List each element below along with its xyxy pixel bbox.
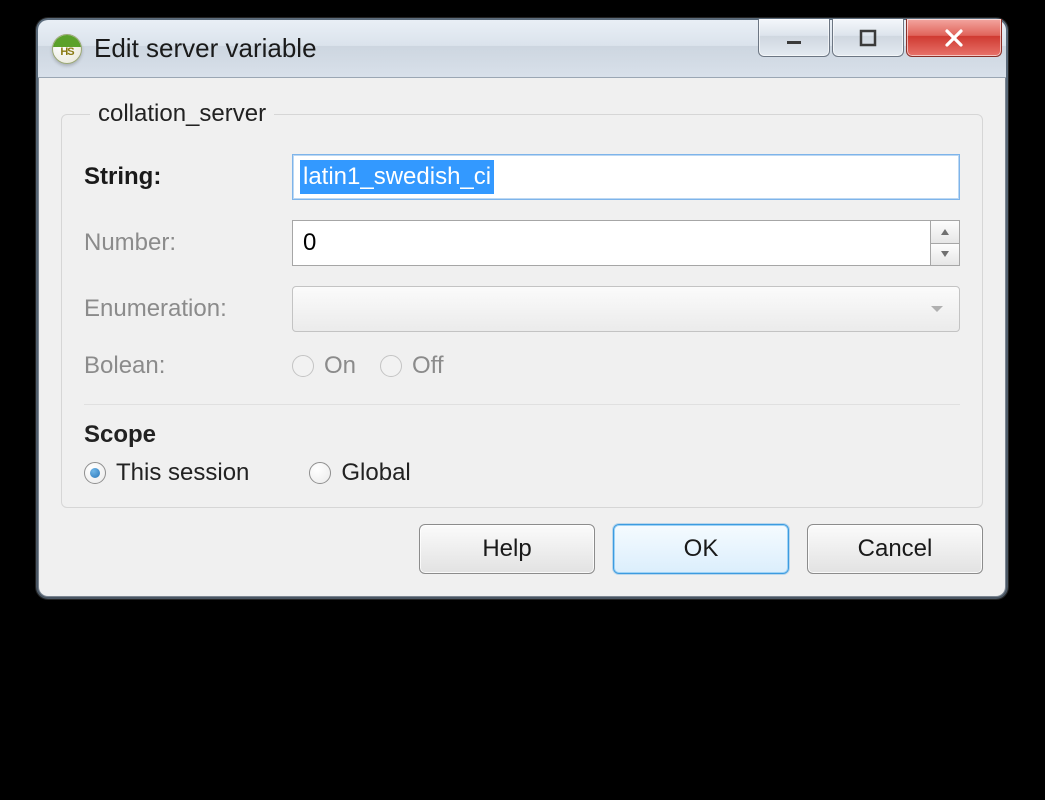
string-row: String: latin1_swedish_ci <box>84 154 960 200</box>
help-button[interactable]: Help <box>419 524 595 574</box>
app-icon: HS <box>52 34 82 64</box>
enumeration-row: Enumeration: <box>84 286 960 332</box>
enumeration-label: Enumeration: <box>84 295 292 323</box>
minimize-button[interactable] <box>758 19 830 57</box>
window-controls <box>758 19 1002 57</box>
radio-icon <box>84 462 106 484</box>
string-label: String: <box>84 163 292 191</box>
scope-session-radio[interactable]: This session <box>84 459 249 487</box>
scope-session-label: This session <box>116 459 249 487</box>
string-input-wrap: latin1_swedish_ci <box>292 154 960 200</box>
chevron-down-icon <box>929 303 945 315</box>
dialog-window: HS Edit server variable collation_server… <box>36 18 1008 599</box>
number-spin-up[interactable] <box>930 220 960 244</box>
titlebar[interactable]: HS Edit server variable <box>38 20 1006 78</box>
boolean-on-label: On <box>324 352 356 380</box>
variable-group: collation_server String: latin1_swedish_… <box>61 100 983 508</box>
variable-name-legend: collation_server <box>90 100 274 128</box>
cancel-button[interactable]: Cancel <box>807 524 983 574</box>
number-input[interactable] <box>292 220 930 266</box>
string-input[interactable] <box>292 154 960 200</box>
boolean-label: Bolean: <box>84 352 292 380</box>
radio-icon <box>309 462 331 484</box>
number-spinner <box>292 220 960 266</box>
boolean-row: Bolean: On Off <box>84 352 960 380</box>
dialog-buttons: Help OK Cancel <box>61 524 983 574</box>
scope-global-radio[interactable]: Global <box>309 459 410 487</box>
scope-global-label: Global <box>341 459 410 487</box>
window-title: Edit server variable <box>94 33 758 64</box>
radio-icon <box>380 355 402 377</box>
boolean-on-radio[interactable]: On <box>292 352 356 380</box>
scope-section: Scope This session Global <box>84 404 960 487</box>
scope-label: Scope <box>84 421 960 449</box>
radio-icon <box>292 355 314 377</box>
close-button[interactable] <box>906 19 1002 57</box>
enumeration-combo[interactable] <box>292 286 960 332</box>
ok-button[interactable]: OK <box>613 524 789 574</box>
number-spin-down[interactable] <box>930 244 960 267</box>
number-row: Number: <box>84 220 960 266</box>
number-label: Number: <box>84 229 292 257</box>
dialog-client-area: collation_server String: latin1_swedish_… <box>38 78 1006 597</box>
boolean-off-label: Off <box>412 352 444 380</box>
boolean-off-radio[interactable]: Off <box>380 352 444 380</box>
maximize-button[interactable] <box>832 19 904 57</box>
